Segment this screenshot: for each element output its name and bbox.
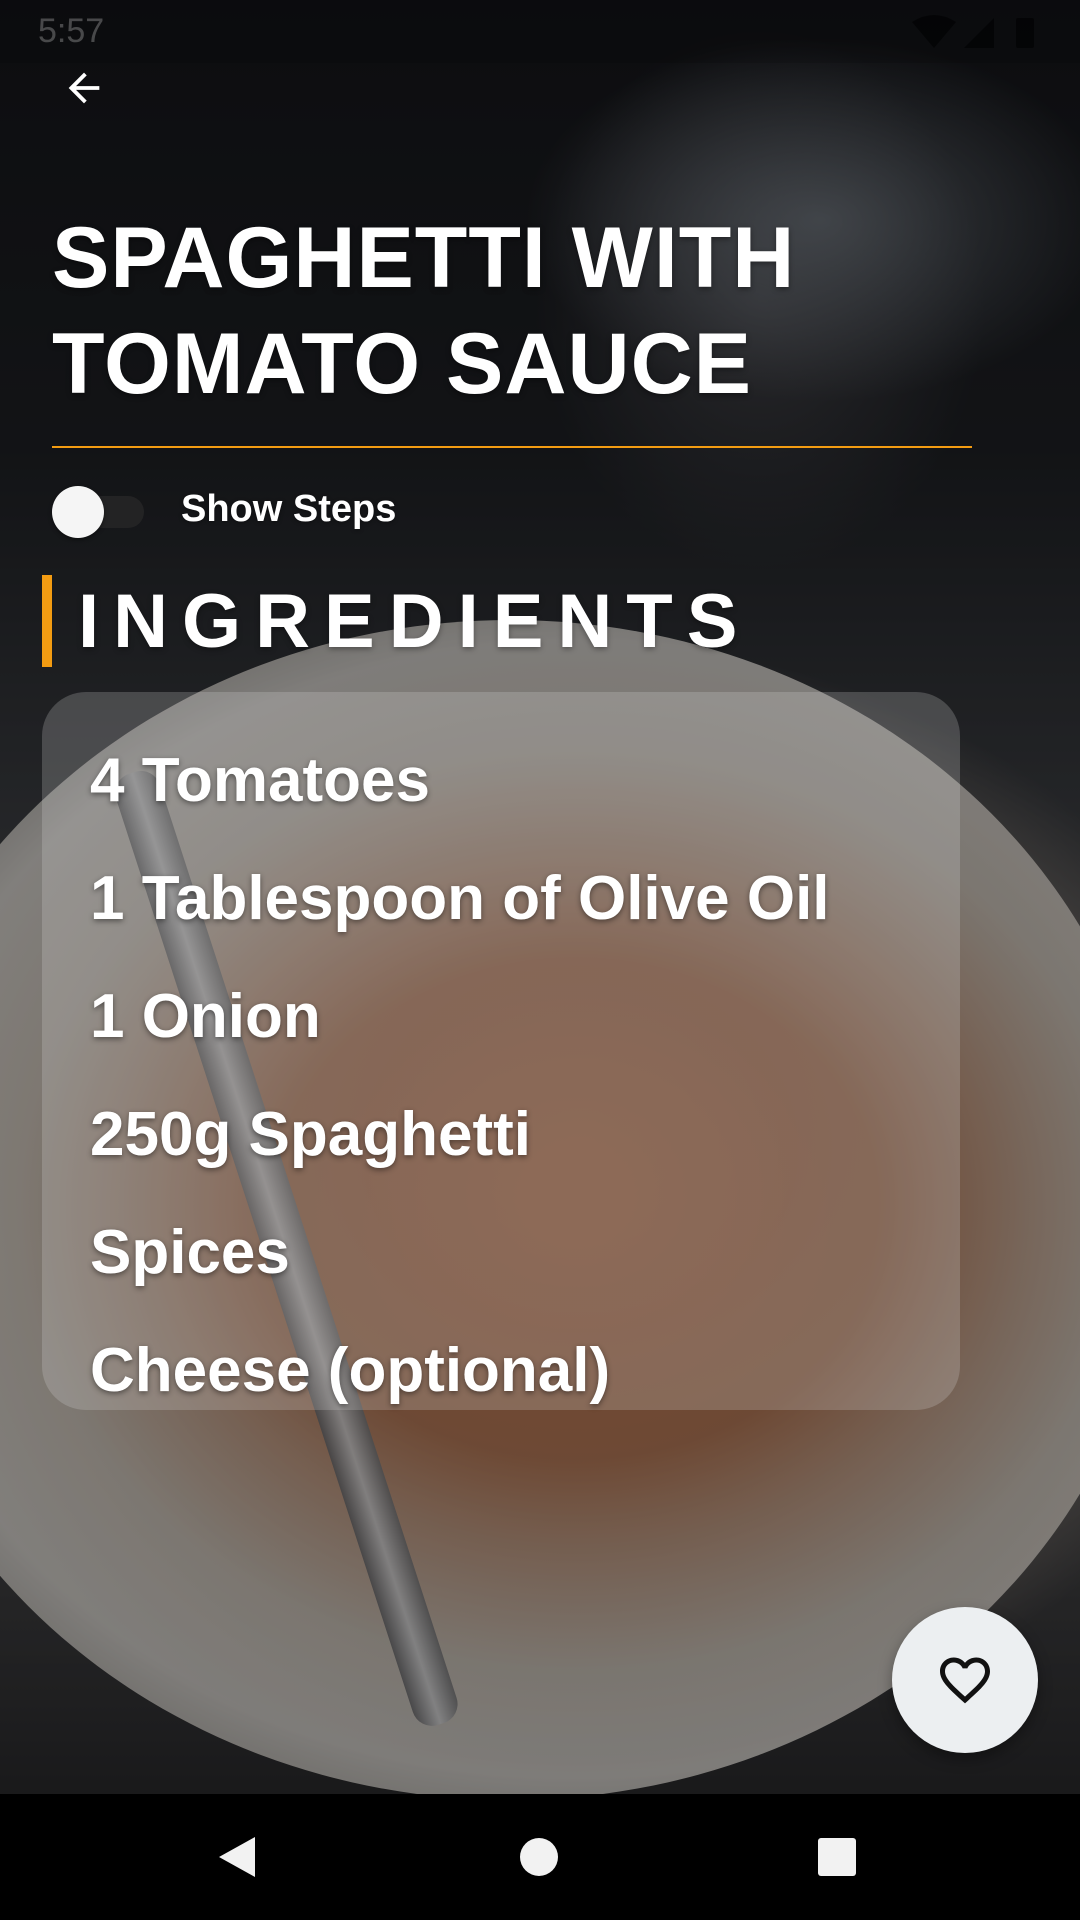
ingredient-item: 1 Tablespoon of Olive Oil [90, 864, 830, 933]
signal-icon [964, 18, 994, 48]
ingredients-list: 4 Tomatoes 1 Tablespoon of Olive Oil 1 O… [90, 722, 830, 1430]
battery-icon [1016, 18, 1034, 48]
switch-thumb [52, 486, 104, 538]
ingredient-item: 250g Spaghetti [90, 1100, 531, 1169]
ingredient-item: Cheese (optional) [90, 1336, 611, 1405]
back-button[interactable] [44, 48, 124, 128]
show-steps-switch[interactable] [52, 486, 148, 538]
recipe-screen: 5:57 SPAGHETTI WITH TOMATO SAUCE Show St… [0, 0, 1080, 1920]
status-icons [912, 15, 1034, 48]
ingredient-item: 4 Tomatoes [90, 746, 430, 815]
show-steps-label[interactable]: Show Steps [181, 488, 396, 531]
ingredients-heading: INGREDIENTS [78, 579, 752, 664]
triangle-back-icon [219, 1837, 255, 1877]
nav-back-button[interactable] [204, 1824, 270, 1890]
nav-recents-button[interactable] [804, 1824, 870, 1890]
heart-outline-icon [940, 1657, 990, 1704]
square-recents-icon [818, 1838, 856, 1876]
circle-home-icon [520, 1838, 558, 1876]
arrow-left-icon [68, 72, 100, 104]
ingredient-item: 1 Onion [90, 982, 321, 1051]
section-accent-bar [42, 575, 52, 667]
wifi-icon [912, 15, 956, 48]
status-bar: 5:57 [0, 0, 1080, 63]
recipe-title: SPAGHETTI WITH TOMATO SAUCE [52, 210, 796, 412]
nav-home-button[interactable] [506, 1824, 572, 1890]
system-navigation-bar [0, 1794, 1080, 1920]
title-divider [52, 446, 972, 448]
favorite-button[interactable] [892, 1607, 1038, 1753]
ingredient-item: Spices [90, 1218, 290, 1287]
status-time: 5:57 [38, 12, 105, 50]
